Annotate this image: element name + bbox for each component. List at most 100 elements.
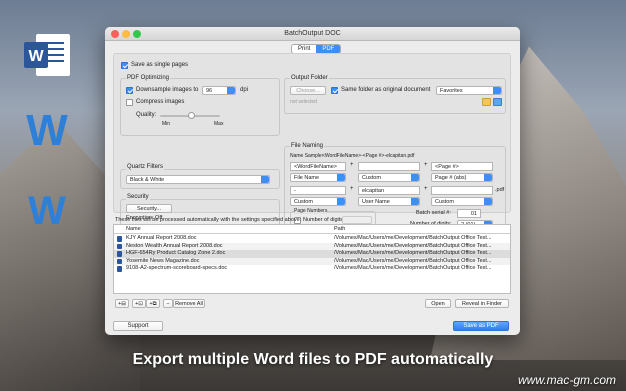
word-file-icon <box>117 243 122 249</box>
file-name: Neston Wealth Annual Report 2008.doc <box>126 242 223 249</box>
file-path: /Volumes/Mac/Users/me/Development/BatchO… <box>334 235 492 241</box>
output-folder-group <box>284 78 506 114</box>
pdf-optimizing-title: PDF Optimizing <box>126 75 171 81</box>
compress-label: Compress images <box>136 99 185 105</box>
name-part-1-field[interactable]: <WordFileName> <box>290 162 346 171</box>
dpi-unit: dpi <box>240 87 249 93</box>
word-doc-icon: W <box>18 30 76 82</box>
name-part-4-field[interactable]: - <box>290 186 346 195</box>
name-part-3-field[interactable]: <Page #> <box>431 162 493 171</box>
quality-max: Max <box>214 121 224 127</box>
save-single-checkbox[interactable] <box>121 62 128 69</box>
page-digits-select[interactable] <box>342 216 372 224</box>
name-part-5-type[interactable]: User Name <box>358 197 420 206</box>
open-button[interactable]: Open <box>425 299 451 308</box>
file-path: /Volumes/Mac/Users/me/Development/BatchO… <box>334 250 492 256</box>
favorites-select[interactable]: Favorites <box>436 86 502 95</box>
table-row[interactable]: 9108-A2-spectrum-scoreboard-specs.doc /V… <box>114 265 510 273</box>
finder-icon[interactable] <box>493 98 502 106</box>
zoom-icon[interactable] <box>133 30 141 38</box>
minimize-icon[interactable] <box>122 30 130 38</box>
titlebar: BatchOutput DOC <box>105 27 520 41</box>
name-part-2-type[interactable]: Custom <box>358 173 420 182</box>
table-row[interactable]: KJY Annual Report 2008.doc /Volumes/Mac/… <box>114 235 510 243</box>
add-files-button[interactable]: +⊟ <box>115 299 129 308</box>
name-part-1-type[interactable]: File Name <box>290 173 346 182</box>
word-file-icon <box>117 258 122 264</box>
word-web-icon: W <box>18 182 76 234</box>
reveal-finder-button[interactable]: Reveal in Finder <box>455 299 509 308</box>
quality-slider-knob[interactable] <box>188 112 195 119</box>
col-name-header[interactable]: Name <box>126 225 141 234</box>
table-header: Name Path <box>114 225 510 234</box>
downsample-checkbox[interactable] <box>126 87 133 94</box>
file-path: /Volumes/Mac/Users/me/Development/BatchO… <box>334 265 492 271</box>
support-button[interactable]: Support <box>113 321 163 331</box>
name-part-6-type[interactable]: Custom <box>431 197 493 206</box>
files-info: These files will be processed automatica… <box>115 217 302 223</box>
window-title: BatchOutput DOC <box>284 30 341 37</box>
close-icon[interactable] <box>111 30 119 38</box>
page-numbers-title: Page Numbers <box>294 208 328 214</box>
plus-4: + <box>424 186 428 192</box>
security-button[interactable]: Security... <box>126 204 172 213</box>
page-digits-label: Number of digits: <box>303 217 345 223</box>
table-row[interactable]: Neston Wealth Annual Report 2008.doc /Vo… <box>114 242 510 250</box>
svg-text:W: W <box>26 106 68 155</box>
name-part-5-field[interactable]: elcapitan <box>358 186 420 195</box>
remove-all-button[interactable]: Remove All <box>173 299 205 308</box>
file-name: HGF-654Ry Product Catalog Zone 2.doc <box>126 250 226 256</box>
add-folder-button[interactable]: +⊡ <box>132 299 146 308</box>
save-single-label: Save as single pages <box>131 62 189 68</box>
downsample-label: Downsample images to <box>136 87 199 93</box>
quartz-filter-title: Quartz Filters <box>126 164 165 170</box>
quartz-filter-select[interactable]: Black & White <box>126 175 270 184</box>
table-row[interactable]: Yosemite News Magazine.doc /Volumes/Mac/… <box>114 257 510 265</box>
security-title: Security <box>126 194 150 200</box>
file-table: Name Path KJY Annual Report 2008.doc /Vo… <box>113 224 511 294</box>
word-file-icon <box>117 266 122 272</box>
name-part-2-field[interactable] <box>358 162 420 171</box>
name-sample-value: <WordFileName>-<Page #>-elcapitan.pdf <box>322 153 415 159</box>
name-part-6-field[interactable] <box>431 186 493 195</box>
col-path-header[interactable]: Path <box>334 225 345 234</box>
file-name: KJY Annual Report 2008.doc <box>126 235 197 241</box>
file-name: Yosemite News Magazine.doc <box>126 257 200 264</box>
word-file-icon <box>117 251 122 257</box>
output-folder-title: Output Folder <box>290 75 329 81</box>
svg-text:W: W <box>28 48 44 65</box>
remove-button[interactable]: − <box>163 299 173 308</box>
quality-min: Min <box>162 121 171 127</box>
tab-pdf[interactable]: PDF <box>316 45 341 53</box>
settings-panel: Save as single pages PDF Optimizing Down… <box>113 53 511 234</box>
name-part-4-type[interactable]: Custom <box>290 197 346 206</box>
folder-icon[interactable] <box>482 98 491 106</box>
word-file-icon <box>117 236 122 242</box>
extension-label: .pdf <box>495 187 505 193</box>
plus-2: + <box>424 162 428 168</box>
name-part-3-type[interactable]: Page # (abs) <box>431 173 493 182</box>
name-sample-label: Name Sample: <box>290 153 324 159</box>
same-folder-label: Same folder as original document <box>341 87 431 93</box>
add-open-button[interactable]: +⧉ <box>146 299 160 308</box>
table-row[interactable]: HGF-654Ry Product Catalog Zone 2.doc /Vo… <box>114 250 510 258</box>
plus-3: + <box>350 186 354 192</box>
batch-serial-label: Batch serial #: <box>416 210 451 216</box>
promo-caption: Export multiple Word files to PDF automa… <box>132 351 494 368</box>
batch-serial-field[interactable]: 01 <box>457 209 481 218</box>
plus-1: + <box>350 162 354 168</box>
same-folder-checkbox[interactable] <box>331 87 338 94</box>
compress-checkbox[interactable] <box>126 99 133 106</box>
watermark: www.mac-gm.com <box>517 373 616 387</box>
tab-print[interactable]: Print <box>292 45 316 53</box>
choose-folder-button[interactable]: Choose... <box>290 86 326 95</box>
dpi-select[interactable]: 96 <box>202 86 236 95</box>
word-w-icon: W <box>18 103 76 155</box>
save-as-pdf-button[interactable]: Save as PDF <box>453 321 509 331</box>
svg-text:W: W <box>28 189 66 233</box>
file-naming-title: File Naming <box>290 143 325 149</box>
file-path: /Volumes/Mac/Users/me/Development/BatchO… <box>334 242 492 249</box>
file-path: /Volumes/Mac/Users/me/Development/BatchO… <box>334 257 492 264</box>
file-name: 9108-A2-spectrum-scoreboard-specs.doc <box>126 265 228 271</box>
folder-path: not selected <box>290 99 317 105</box>
